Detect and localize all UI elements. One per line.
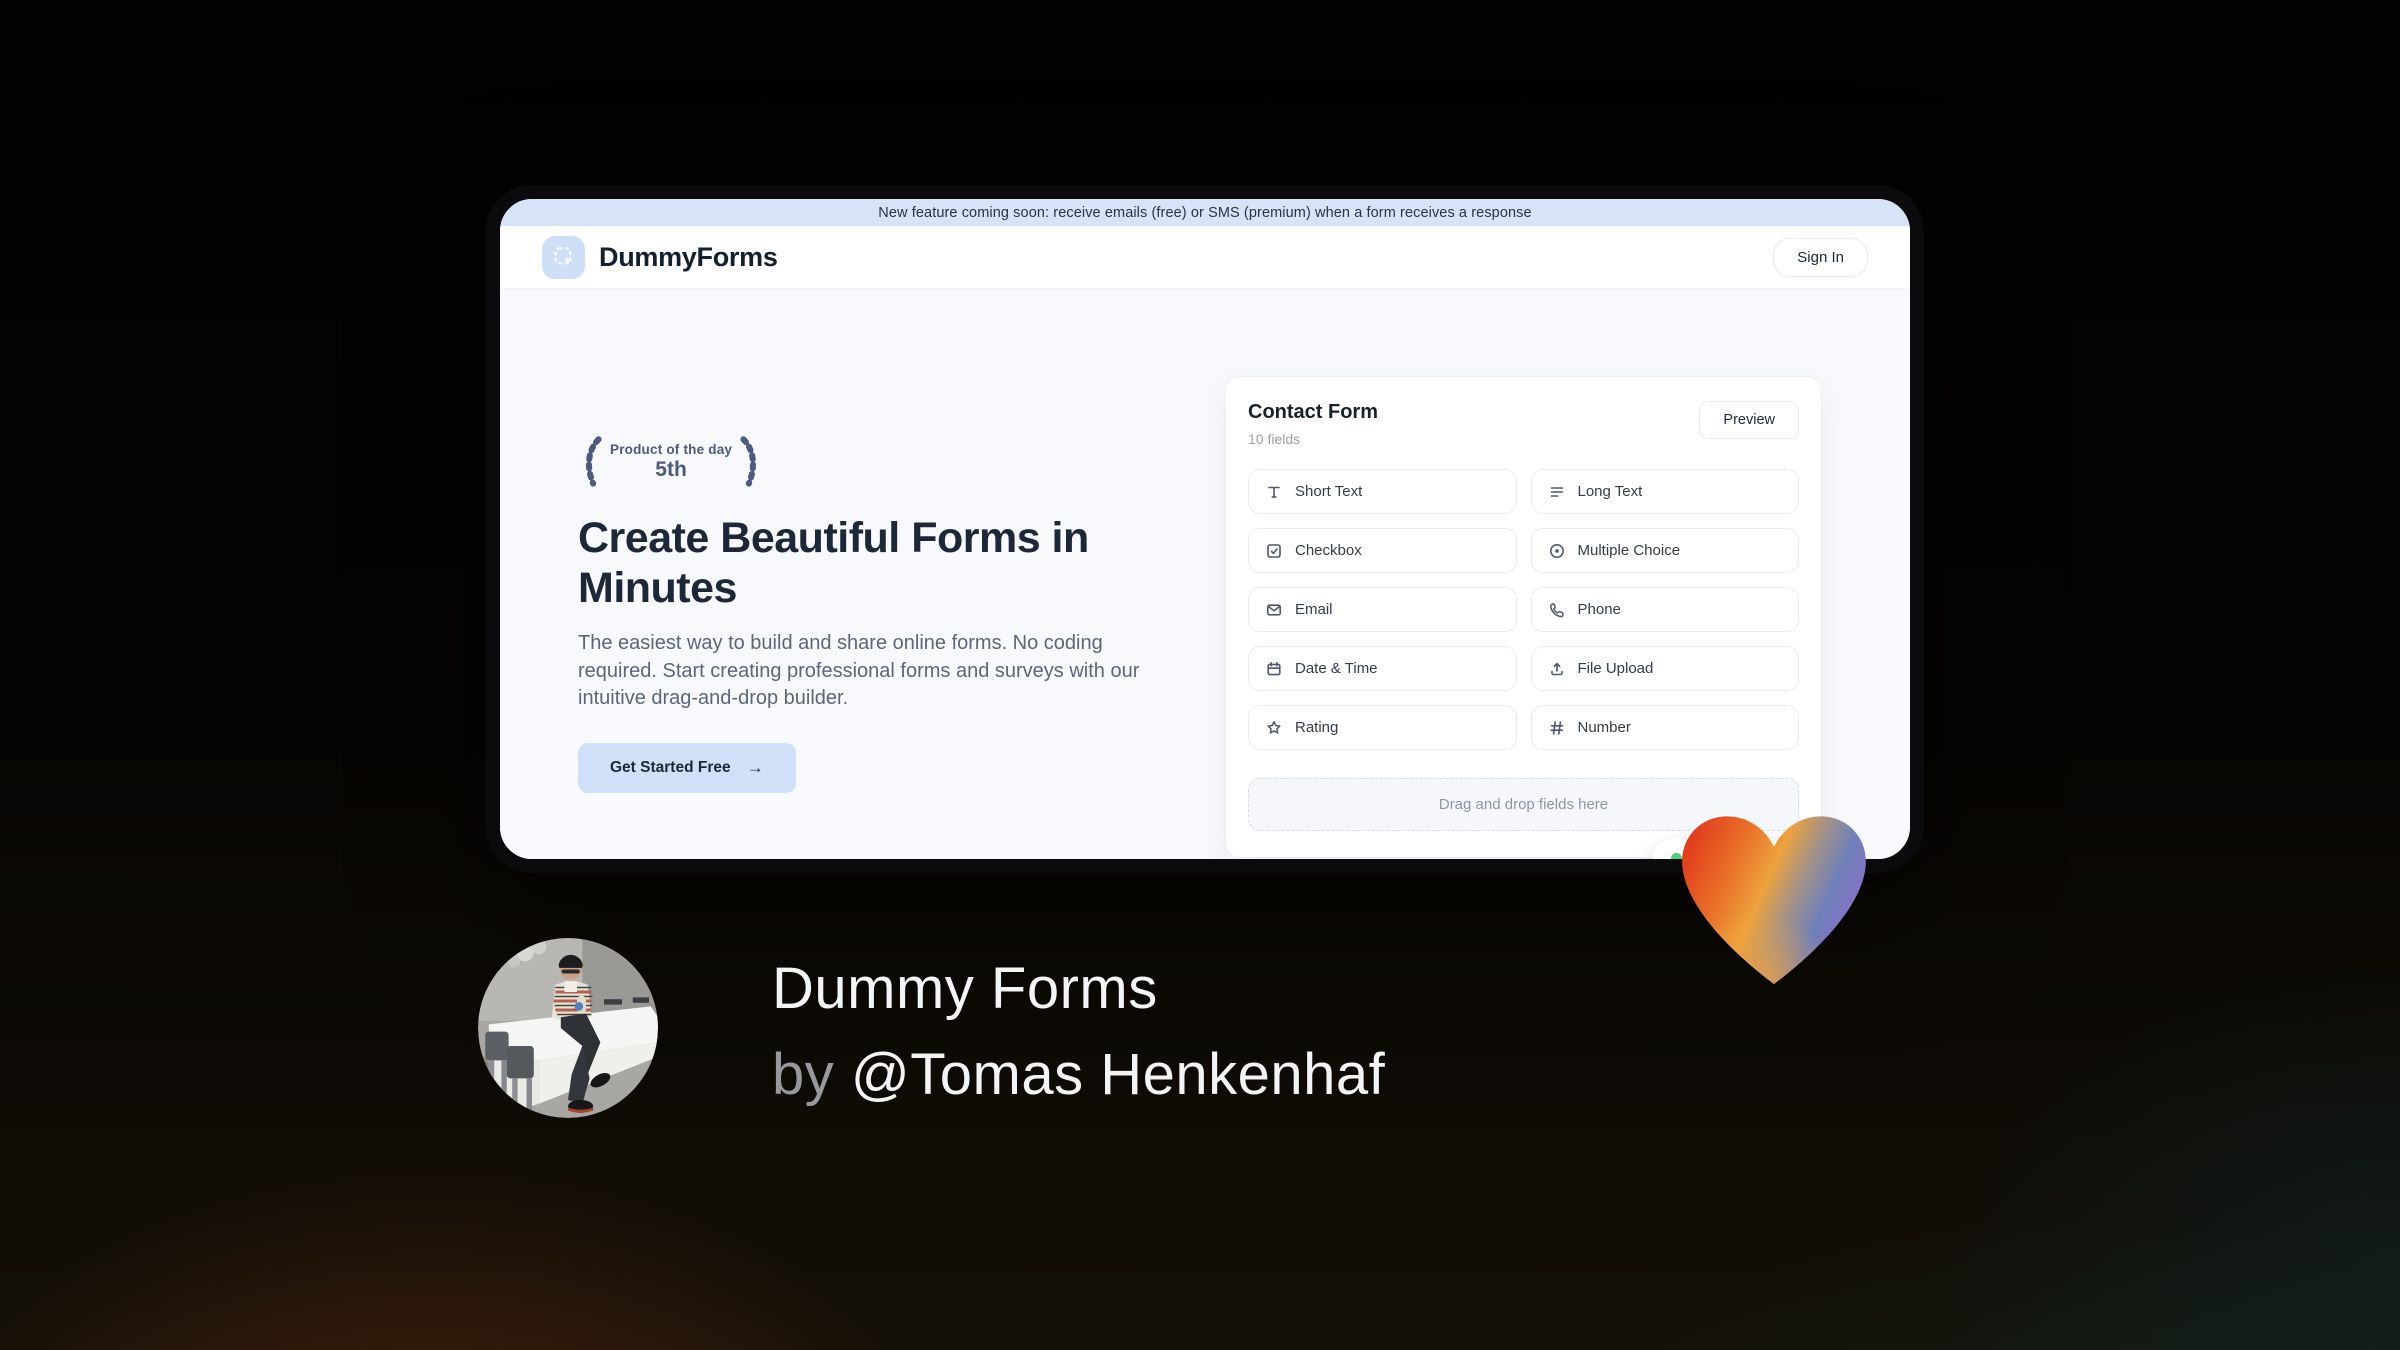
form-title: Contact Form bbox=[1248, 401, 1378, 423]
credit-author: @Tomas Henkenhaf bbox=[850, 1042, 1386, 1107]
field-type-button[interactable]: Multiple Choice bbox=[1530, 528, 1799, 573]
field-type-button[interactable]: Phone bbox=[1530, 587, 1799, 632]
field-type-label: Short Text bbox=[1295, 483, 1363, 500]
preview-button[interactable]: Preview bbox=[1699, 401, 1799, 439]
field-type-label: Phone bbox=[1577, 601, 1621, 618]
field-type-label: File Upload bbox=[1577, 660, 1654, 677]
hero-description: The easiest way to build and share onlin… bbox=[578, 632, 1140, 709]
brand-name: DummyForms bbox=[599, 241, 778, 272]
field-type-button[interactable]: Email bbox=[1248, 587, 1517, 632]
checkbox-icon bbox=[1265, 542, 1283, 560]
hero-section: Product of the day 5th Create Beautiful … bbox=[500, 289, 1910, 859]
long-text-icon bbox=[1548, 483, 1566, 501]
browser-window: New feature coming soon: receive emails … bbox=[486, 185, 1924, 873]
arrow-right-icon: → bbox=[746, 757, 764, 777]
field-grid: Short Text Long Text Checkbox Multiple C… bbox=[1248, 469, 1799, 750]
dropzone-text: Drag and drop fields here bbox=[1438, 796, 1609, 813]
potd-label: Product of the day bbox=[610, 442, 733, 457]
field-type-label: Number bbox=[1577, 719, 1631, 736]
form-builder-card: Contact Form 10 fields Preview Short Tex… bbox=[1225, 376, 1825, 859]
field-type-label: Checkbox bbox=[1295, 542, 1362, 559]
credit-byline-prefix: by bbox=[772, 1042, 851, 1107]
calendar-icon bbox=[1265, 660, 1283, 678]
field-type-button[interactable]: Date & Time bbox=[1248, 646, 1517, 691]
field-type-button[interactable]: Rating bbox=[1248, 705, 1517, 750]
short-text-icon bbox=[1265, 483, 1283, 501]
field-type-button[interactable]: Checkbox bbox=[1248, 528, 1517, 573]
brand[interactable]: DummyForms bbox=[542, 235, 778, 279]
heart-icon bbox=[1682, 816, 1866, 985]
field-type-label: Rating bbox=[1295, 719, 1339, 736]
phone-icon bbox=[1548, 601, 1566, 619]
field-type-label: Long Text bbox=[1577, 483, 1643, 500]
laurel-right-icon bbox=[740, 436, 757, 487]
hero-copy: Product of the day 5th Create Beautiful … bbox=[578, 435, 1168, 793]
potd-rank: 5th bbox=[655, 458, 687, 481]
credit-title: Dummy Forms bbox=[772, 956, 1158, 1021]
avatar bbox=[478, 938, 658, 1118]
field-type-label: Email bbox=[1295, 601, 1333, 618]
dummyforms-logo-icon bbox=[542, 235, 585, 279]
star-icon bbox=[1265, 719, 1283, 737]
site-header: DummyForms Sign In bbox=[500, 226, 1910, 289]
get-started-button[interactable]: Get Started Free → bbox=[578, 742, 796, 793]
field-type-label: Date & Time bbox=[1295, 660, 1378, 677]
get-started-label: Get Started Free bbox=[610, 758, 731, 776]
field-type-button[interactable]: Long Text bbox=[1530, 469, 1799, 514]
field-type-label: Multiple Choice bbox=[1577, 542, 1681, 559]
field-type-button[interactable]: File Upload bbox=[1530, 646, 1799, 691]
field-type-button[interactable]: Short Text bbox=[1248, 469, 1517, 514]
field-type-button[interactable]: Number bbox=[1530, 705, 1799, 750]
announcement-banner: New feature coming soon: receive emails … bbox=[500, 199, 1910, 226]
multiple-choice-icon bbox=[1548, 542, 1566, 560]
upload-icon bbox=[1548, 660, 1566, 678]
form-field-count: 10 fields bbox=[1248, 431, 1301, 447]
announcement-text: New feature coming soon: receive emails … bbox=[878, 204, 1532, 221]
email-icon bbox=[1265, 601, 1283, 619]
laurel-left-icon bbox=[585, 436, 602, 487]
product-of-the-day-badge: Product of the day 5th bbox=[578, 435, 1168, 489]
credit-text: Dummy Forms by @Tomas Henkenhaf bbox=[772, 946, 1385, 1118]
sign-in-button[interactable]: Sign In bbox=[1773, 237, 1868, 277]
hero-title: Create Beautiful Forms in Minutes bbox=[578, 514, 1089, 612]
hash-icon bbox=[1548, 719, 1566, 737]
